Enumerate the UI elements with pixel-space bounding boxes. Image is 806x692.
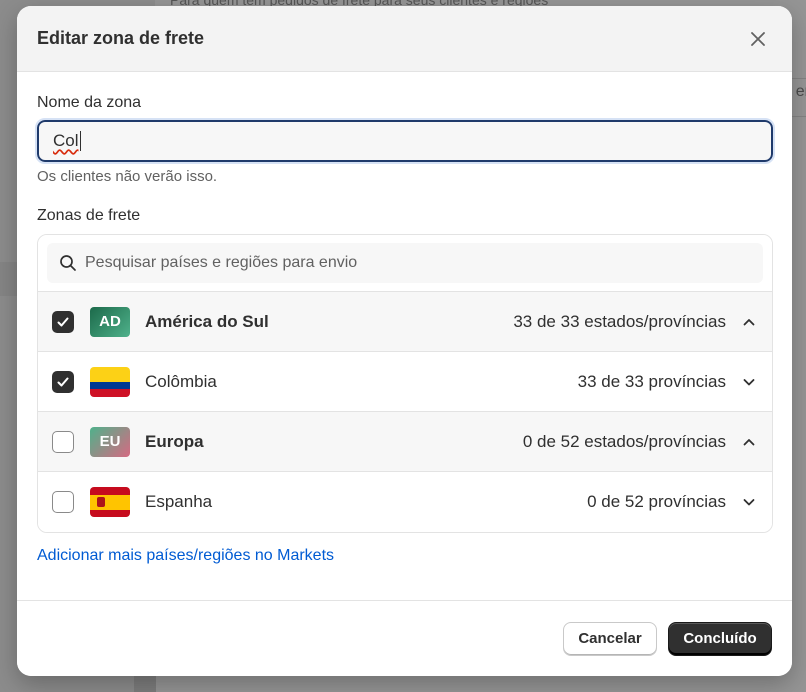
country-checkbox[interactable] [52, 491, 74, 513]
country-count: 33 de 33 províncias [577, 371, 726, 391]
edit-shipping-zone-modal: Editar zona de frete Nome da zona Col Os… [17, 6, 792, 676]
expand-button[interactable] [740, 493, 758, 511]
checkmark-icon [57, 377, 69, 386]
zone-name-help-text: Os clientes não verão isso. [37, 168, 218, 185]
region-badge-icon: EU [90, 426, 130, 457]
zone-name: Europa [145, 431, 204, 451]
search-icon [60, 255, 76, 271]
add-markets-link[interactable]: Adicionar mais países/regiões no Markets [37, 547, 334, 565]
colombia-flag-icon [90, 366, 130, 397]
done-button[interactable]: Concluído [668, 621, 772, 656]
collapse-button[interactable] [740, 313, 758, 331]
country-count: 0 de 52 províncias [587, 492, 726, 511]
background-text: er [795, 83, 806, 100]
zone-row-america-do-sul[interactable]: AD América do Sul 33 de 33 estados/proví… [38, 292, 772, 352]
search-placeholder: Pesquisar países e regiões para envio [85, 254, 358, 271]
zone-name: América do Sul [145, 311, 269, 331]
zone-checkbox[interactable] [52, 430, 74, 453]
cancel-button[interactable]: Cancelar [563, 621, 657, 656]
chevron-up-icon [743, 438, 755, 445]
zone-name-value: Col [53, 131, 79, 150]
background-block [134, 676, 156, 692]
modal-title: Editar zona de frete [37, 28, 205, 48]
zone-row-espanha[interactable]: Espanha 0 de 52 províncias [38, 472, 772, 532]
search-container: Pesquisar países e regiões para envio [38, 235, 772, 292]
zone-row-colombia[interactable]: Colômbia 33 de 33 províncias [38, 352, 772, 412]
modal-body: Nome da zona Col Os clientes não verão i… [17, 72, 792, 565]
close-icon [751, 31, 765, 46]
modal-footer: Cancelar Concluído [17, 600, 792, 676]
chevron-down-icon [743, 499, 755, 506]
shipping-zones-label: Zonas de frete [37, 207, 141, 224]
zone-count: 33 de 33 estados/províncias [513, 311, 726, 331]
zone-row-europa[interactable]: EU Europa 0 de 52 estados/províncias [38, 412, 772, 472]
expand-button[interactable] [740, 373, 758, 391]
chevron-down-icon [743, 378, 755, 385]
checkmark-icon [57, 317, 69, 326]
text-caret [79, 131, 81, 151]
collapse-button[interactable] [740, 433, 758, 451]
spain-flag-icon [90, 487, 130, 517]
search-input[interactable]: Pesquisar países e regiões para envio [47, 243, 763, 283]
region-badge-icon: AD [90, 306, 130, 337]
close-button[interactable] [744, 25, 772, 53]
country-checkbox[interactable] [52, 370, 74, 393]
modal-header: Editar zona de frete [17, 6, 792, 72]
country-name: Colômbia [145, 371, 217, 391]
chevron-up-icon [743, 318, 755, 325]
country-name: Espanha [145, 492, 213, 511]
zone-name-input[interactable]: Col [35, 118, 775, 164]
shipping-zones-list: Pesquisar países e regiões para envio AD… [37, 234, 773, 533]
zone-count: 0 de 52 estados/províncias [522, 431, 726, 451]
zone-name-label: Nome da zona [37, 94, 142, 111]
zone-checkbox[interactable] [52, 310, 74, 333]
